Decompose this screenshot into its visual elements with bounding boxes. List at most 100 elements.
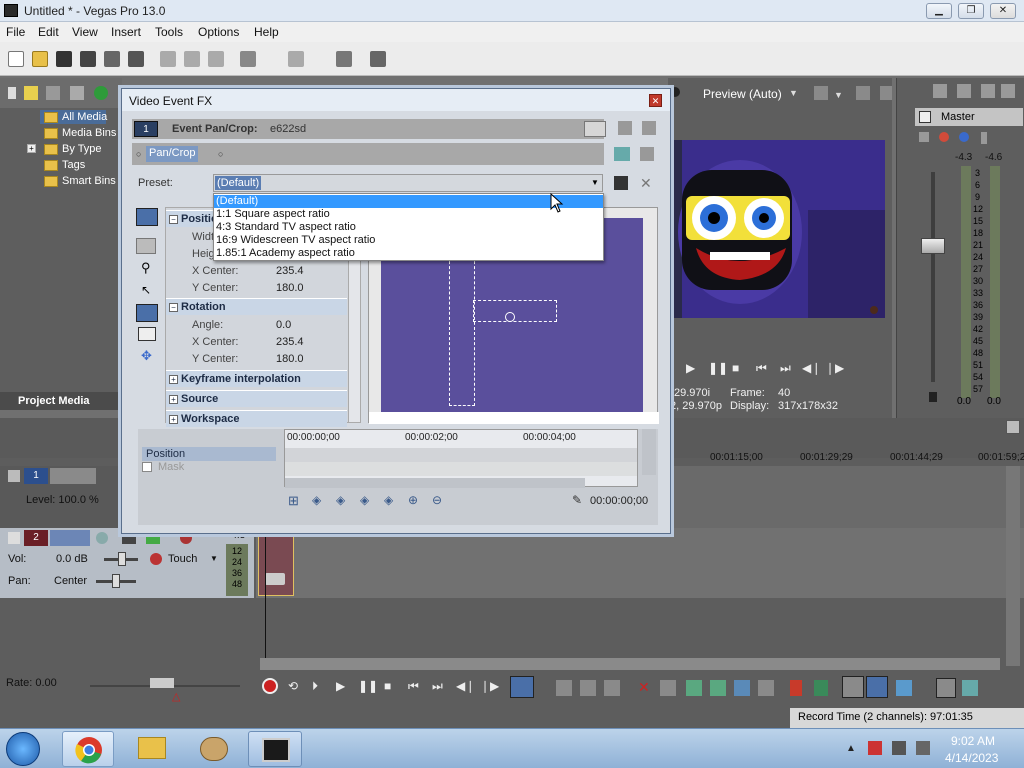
preset-option-4-3[interactable]: 4:3 Standard TV aspect ratio: [214, 221, 603, 234]
taskbar-paint[interactable]: [188, 731, 240, 767]
ignore-grouping-icon[interactable]: [842, 676, 864, 698]
last-keyframe-icon[interactable]: ◈: [384, 493, 393, 507]
tab-project-media[interactable]: Project Media: [18, 395, 90, 407]
explorer-back-icon[interactable]: [8, 87, 16, 99]
preview-pause-icon[interactable]: ❚❚: [708, 361, 728, 375]
auto-crossfade-icon[interactable]: [866, 676, 888, 698]
preview-prev-frame-icon[interactable]: ◀❘: [802, 361, 821, 375]
vol-slider[interactable]: [118, 552, 126, 566]
preview-start-icon[interactable]: ⏮: [756, 361, 767, 376]
capture-icon[interactable]: [46, 86, 60, 100]
automation-gear-icon[interactable]: [150, 553, 162, 565]
automation-mode-dropdown[interactable]: Touch: [168, 553, 197, 565]
go-to-start-icon[interactable]: ⏮: [408, 679, 419, 694]
save-preset-icon[interactable]: [614, 176, 628, 190]
prop-angle-value[interactable]: 0.0: [276, 319, 291, 331]
paste-icon[interactable]: [208, 51, 224, 67]
lock-icon[interactable]: [758, 680, 774, 696]
chevron-down-icon[interactable]: ▼: [591, 178, 599, 187]
region-icon[interactable]: [814, 680, 828, 696]
pan-slider[interactable]: [112, 574, 120, 588]
undo-icon[interactable]: [240, 51, 256, 67]
go-to-end-icon[interactable]: ⏭: [432, 679, 443, 694]
import-media-icon[interactable]: [24, 86, 38, 100]
mixer-icon[interactable]: [957, 84, 971, 98]
preview-next-frame-icon[interactable]: ❘▶: [825, 361, 844, 375]
mixer-icon[interactable]: [933, 84, 947, 98]
delete-icon[interactable]: ✕: [638, 679, 650, 696]
volume-icon[interactable]: [916, 741, 930, 755]
pointer-icon[interactable]: ↖: [141, 283, 151, 297]
next-keyframe-icon[interactable]: ◈: [360, 493, 369, 507]
crop-outline[interactable]: [449, 256, 475, 406]
tree-item-media-bins[interactable]: Media Bins: [62, 127, 116, 139]
properties-icon[interactable]: [128, 51, 144, 67]
stop-icon[interactable]: ■: [384, 679, 391, 693]
layout-grid-icon[interactable]: [618, 121, 632, 135]
dialog-title-bar[interactable]: Video Event FX ✕: [122, 89, 670, 111]
trim-end-icon[interactable]: [710, 680, 726, 696]
insert-fx-icon[interactable]: [919, 132, 929, 142]
prev-keyframe-icon[interactable]: ◈: [336, 493, 345, 507]
save-snapshot-icon[interactable]: [880, 86, 892, 100]
lock-aspect-icon[interactable]: [138, 327, 156, 341]
plug-in-chain-icon[interactable]: [614, 147, 630, 161]
split-icon[interactable]: [734, 680, 750, 696]
clock-date[interactable]: 4/14/2023: [945, 751, 998, 765]
track-name-field[interactable]: [50, 530, 90, 546]
rate-slider[interactable]: [150, 678, 174, 688]
preset-value[interactable]: (Default): [215, 176, 262, 190]
auto-ripple-icon[interactable]: [936, 678, 956, 698]
preview-quality-dropdown[interactable]: Preview (Auto): [703, 87, 782, 101]
chevron-down-icon[interactable]: ▼: [789, 88, 798, 98]
whats-this-help-icon[interactable]: [370, 51, 386, 67]
track-number[interactable]: 1: [24, 468, 48, 484]
redo-icon[interactable]: [288, 51, 304, 67]
prop-y-center-value[interactable]: 180.0: [276, 282, 304, 294]
preset-combobox[interactable]: (Default) ▼: [213, 174, 603, 192]
time-display[interactable]: 00:00:00;00: [590, 495, 648, 507]
save-as-icon[interactable]: [80, 51, 96, 67]
chain-item-pan-crop[interactable]: Pan/Crop: [146, 146, 199, 162]
menu-tools[interactable]: Tools: [155, 25, 183, 39]
mask-checkbox[interactable]: [142, 462, 152, 472]
vertical-scrollbar[interactable]: [1006, 466, 1020, 666]
taskbar-explorer[interactable]: [126, 731, 178, 767]
bypass-icon[interactable]: [959, 132, 969, 142]
tree-item-all-media[interactable]: All Media: [62, 111, 107, 123]
keyframe-row-position[interactable]: Position: [142, 447, 276, 461]
horizontal-scrollbar[interactable]: [260, 658, 1000, 670]
taskbar-chrome[interactable]: [62, 731, 114, 767]
track-number[interactable]: 2: [24, 530, 48, 546]
preset-option-default[interactable]: (Default): [214, 195, 603, 208]
dialog-close-button[interactable]: ✕: [649, 94, 662, 107]
close-button[interactable]: ✕: [990, 3, 1016, 19]
menu-file[interactable]: File: [6, 25, 25, 39]
first-keyframe-icon[interactable]: ◈: [312, 493, 321, 507]
clock-time[interactable]: 9:02 AM: [951, 734, 995, 748]
preview-end-icon[interactable]: ⏭: [780, 361, 791, 376]
preview-stop-icon[interactable]: ■: [732, 361, 739, 375]
preset-option-1-85-1[interactable]: 1.85:1 Academy aspect ratio: [214, 247, 603, 260]
trim-start-icon[interactable]: [686, 680, 702, 696]
save-icon[interactable]: [56, 51, 72, 67]
previous-frame-icon[interactable]: ◀❘: [456, 679, 475, 693]
normal-edit-icon[interactable]: [136, 208, 158, 226]
copy-icon[interactable]: [184, 51, 200, 67]
prop-rot-x-center-value[interactable]: 235.4: [276, 336, 304, 348]
menu-view[interactable]: View: [72, 25, 98, 39]
sync-cursor-icon[interactable]: ⊞: [288, 493, 299, 509]
delete-keyframe-icon[interactable]: ⊖: [432, 493, 442, 507]
zoom-icon[interactable]: ⚲: [141, 260, 151, 276]
event-fx-icon[interactable]: [265, 573, 285, 585]
event-fx-icon[interactable]: [336, 51, 352, 67]
audio-event[interactable]: [258, 534, 294, 596]
mute-icon[interactable]: [981, 132, 987, 144]
menu-insert[interactable]: Insert: [111, 25, 141, 39]
taskbar-vegas[interactable]: [248, 731, 302, 767]
prop-rot-y-center-value[interactable]: 180.0: [276, 353, 304, 365]
tree-item-tags[interactable]: Tags: [62, 159, 85, 171]
record-icon[interactable]: [262, 678, 278, 694]
network-icon[interactable]: [892, 741, 906, 755]
master-fader[interactable]: [921, 238, 945, 254]
